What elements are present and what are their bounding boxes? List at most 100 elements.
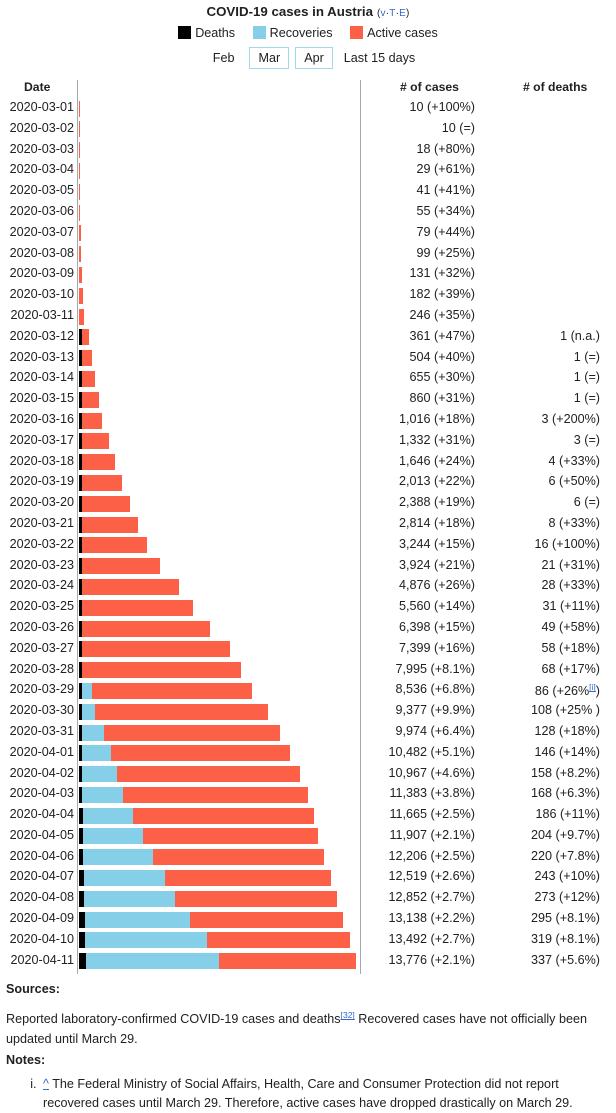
row-deaths: 31 (+11%) xyxy=(542,599,600,614)
stacked-bar xyxy=(79,578,180,595)
row-cases: 13,492 (+2.7%) xyxy=(388,931,475,946)
table-row: 2020-03-23 3,924 (+21%) 21 (+31%) xyxy=(0,556,616,577)
covid-chart-template: COVID-19 cases in Austria (v·T·E) Deaths … xyxy=(0,0,616,1113)
row-cases: 504 (+40%) xyxy=(409,349,475,364)
stacked-bar xyxy=(79,183,80,200)
note-reference-link[interactable]: [i] xyxy=(589,682,596,692)
row-cases: 1,016 (+18%) xyxy=(399,411,475,426)
row-cases: 9,974 (+6.4%) xyxy=(395,723,475,738)
table-row: 2020-03-29 8,536 (+6.8%) 86 (+26%[i]) xyxy=(0,680,616,701)
legend-swatch-recoveries xyxy=(252,26,266,39)
row-date: 2020-03-08 xyxy=(9,245,74,260)
vte-edit-link[interactable]: E xyxy=(399,8,406,19)
table-row: 2020-03-03 18 (+80%) xyxy=(0,140,616,161)
bar-segment-active xyxy=(94,703,269,720)
row-cases: 246 (+35%) xyxy=(409,307,475,322)
row-deaths: 186 (+11%) xyxy=(535,807,600,822)
row-cases: 99 (+25%) xyxy=(416,245,475,260)
month-button-apr[interactable]: Apr xyxy=(295,47,333,69)
bar-segment-recoveries xyxy=(82,724,105,741)
month-button-feb[interactable]: Feb xyxy=(204,48,244,68)
bar-segment-active xyxy=(82,620,210,637)
table-row: 2020-03-15 860 (+31%) 1 (=) xyxy=(0,389,616,410)
vte-links: (v·T·E) xyxy=(377,8,410,19)
stacked-bar xyxy=(79,516,139,533)
row-cases: 11,383 (+3.8%) xyxy=(389,786,475,801)
row-cases: 10 (+100%) xyxy=(409,100,475,114)
row-deaths: 49 (+58%) xyxy=(541,619,600,634)
bar-segment-active xyxy=(79,183,80,200)
table-row: 2020-03-08 99 (+25%) xyxy=(0,244,616,265)
note-backlink-caret[interactable]: ^ xyxy=(43,1077,49,1091)
table-row: 2020-04-01 10,482 (+5.1%) 146 (+14%) xyxy=(0,743,616,764)
legend-item-active: Active cases xyxy=(350,25,438,41)
stacked-bar xyxy=(79,142,80,159)
row-cases: 361 (+47%) xyxy=(409,328,475,343)
stacked-bar xyxy=(79,433,109,450)
row-deaths: 146 (+14%) xyxy=(534,744,600,759)
notes-label: Notes: xyxy=(6,1052,46,1067)
bar-segment-active xyxy=(133,807,314,824)
legend-label-deaths: Deaths xyxy=(195,26,236,40)
footer: Sources: Reported laboratory-confirmed C… xyxy=(0,980,616,1112)
stacked-bar xyxy=(79,329,90,346)
bar-segment-active xyxy=(79,266,82,283)
row-cases: 182 (+39%) xyxy=(409,287,475,302)
row-cases: 12,206 (+2.5%) xyxy=(388,848,475,863)
row-date: 2020-03-17 xyxy=(9,432,74,447)
vte-close: ) xyxy=(405,8,410,19)
legend-label-active: Active cases xyxy=(367,26,438,40)
table-row: 2020-03-22 3,244 (+15%) 16 (+100%) xyxy=(0,535,616,556)
row-date: 2020-03-02 xyxy=(9,120,74,135)
bar-segment-active xyxy=(82,558,161,575)
note-text: The Federal Ministry of Social Affairs, … xyxy=(43,1076,573,1110)
month-button-mar[interactable]: Mar xyxy=(249,47,290,69)
chart-legend: Deaths Recoveries Active cases xyxy=(0,25,616,41)
row-cases: 131 (+32%) xyxy=(409,266,475,281)
bar-segment-active xyxy=(82,578,180,595)
stacked-bar xyxy=(79,953,356,970)
row-cases: 5,560 (+14%) xyxy=(399,599,475,614)
table-row: 2020-03-19 2,013 (+22%) 6 (+50%) xyxy=(0,472,616,493)
row-cases: 860 (+31%) xyxy=(409,391,475,406)
table-row: 2020-03-24 4,876 (+26%) 28 (+33%) xyxy=(0,576,616,597)
month-selector: Feb Mar Apr Last 15 days xyxy=(0,47,616,69)
stacked-bar xyxy=(79,474,123,491)
row-deaths: 4 (+33%) xyxy=(548,453,600,468)
stacked-bar xyxy=(79,870,331,887)
table-row: 2020-03-27 7,399 (+16%) 58 (+18%) xyxy=(0,639,616,660)
bar-segment-active xyxy=(104,724,280,741)
table-row: 2020-04-04 11,665 (+2.5%) 186 (+11%) xyxy=(0,805,616,826)
bar-segment-deaths xyxy=(79,953,86,970)
source-reference-link[interactable]: [32] xyxy=(341,1010,355,1020)
sources-label: Sources: xyxy=(6,982,60,997)
row-cases: 2,814 (+18%) xyxy=(399,515,475,530)
bar-segment-active xyxy=(82,474,123,491)
row-date: 2020-03-27 xyxy=(9,640,74,655)
row-deaths: 168 (+6.3%) xyxy=(531,786,600,801)
chart-area: Date # of cases # of deaths 2020-03-01 10… xyxy=(0,80,616,974)
stacked-bar xyxy=(79,766,300,783)
row-date: 2020-03-21 xyxy=(9,515,74,530)
row-date: 2020-03-01 xyxy=(9,100,74,114)
row-cases: 11,665 (+2.5%) xyxy=(389,807,475,822)
range-label[interactable]: Last 15 days xyxy=(344,51,415,65)
row-cases: 8,536 (+6.8%) xyxy=(395,682,475,697)
row-date: 2020-04-07 xyxy=(9,869,74,884)
table-row: 2020-04-02 10,967 (+4.6%) 158 (+8.2%) xyxy=(0,764,616,785)
row-cases: 12,852 (+2.7%) xyxy=(388,890,475,905)
row-date: 2020-04-09 xyxy=(9,911,74,926)
row-deaths: 6 (+50%) xyxy=(548,474,600,489)
bar-segment-active xyxy=(79,246,81,263)
bar-segment-active xyxy=(110,745,290,762)
row-cases: 1,332 (+31%) xyxy=(399,432,475,447)
bar-segment-active xyxy=(123,786,308,803)
row-cases: 18 (+80%) xyxy=(416,141,475,156)
bar-segment-active xyxy=(82,537,147,554)
table-row: 2020-03-26 6,398 (+15%) 49 (+58%) xyxy=(0,618,616,639)
bar-segment-active xyxy=(91,682,252,699)
row-deaths: 6 (=) xyxy=(573,495,600,510)
stacked-bar xyxy=(79,641,230,658)
table-row: 2020-04-10 13,492 (+2.7%) 319 (+8.1%) xyxy=(0,930,616,951)
stacked-bar xyxy=(79,412,103,429)
